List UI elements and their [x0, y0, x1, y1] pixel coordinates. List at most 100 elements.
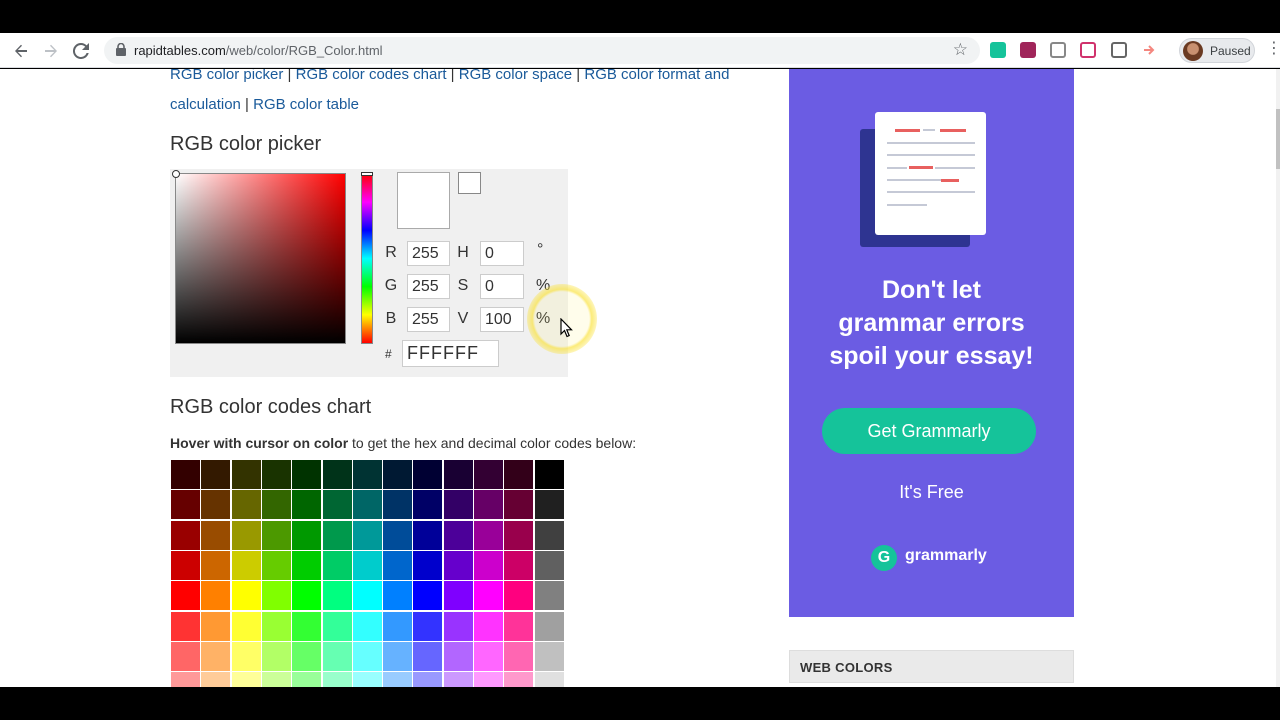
hue-handle[interactable] — [361, 172, 373, 176]
scrollbar-thumb[interactable] — [1276, 109, 1280, 169]
color-cell[interactable] — [292, 520, 322, 550]
v-input[interactable]: 100 — [480, 307, 524, 332]
color-cell[interactable] — [383, 672, 413, 687]
color-cell[interactable] — [534, 672, 564, 687]
color-cell[interactable] — [231, 672, 261, 687]
color-cell[interactable] — [534, 611, 564, 641]
color-cell[interactable] — [322, 490, 352, 520]
color-cell[interactable] — [231, 550, 261, 580]
color-cell[interactable] — [171, 611, 200, 641]
g-input[interactable]: 255 — [407, 274, 450, 299]
reload-icon[interactable] — [69, 39, 93, 63]
color-cell[interactable] — [474, 490, 503, 520]
color-cell[interactable] — [534, 641, 564, 671]
link-rgb-color-picker[interactable]: RGB color picker — [170, 69, 283, 83]
color-cell[interactable] — [322, 520, 352, 550]
color-cell[interactable] — [474, 672, 503, 687]
color-cell[interactable] — [201, 460, 231, 489]
color-cell[interactable] — [443, 672, 473, 687]
color-cell[interactable] — [261, 641, 291, 671]
profile-button[interactable]: Paused — [1179, 38, 1255, 63]
color-cell[interactable] — [383, 641, 413, 671]
color-cell[interactable] — [504, 611, 534, 641]
color-cell[interactable] — [231, 520, 261, 550]
color-cell[interactable] — [261, 490, 291, 520]
color-cell[interactable] — [261, 520, 291, 550]
color-cell[interactable] — [383, 550, 413, 580]
color-cell[interactable] — [352, 672, 382, 687]
saturation-value-area[interactable] — [172, 170, 346, 344]
color-cell[interactable] — [292, 550, 322, 580]
r-input[interactable]: 255 — [407, 241, 450, 266]
color-cell[interactable] — [171, 672, 200, 687]
color-cell[interactable] — [383, 460, 413, 489]
color-cell[interactable] — [443, 641, 473, 671]
forward-arrow-icon[interactable] — [39, 39, 63, 63]
color-cell[interactable] — [201, 581, 231, 611]
color-cell[interactable] — [292, 581, 322, 611]
color-cell[interactable] — [413, 672, 443, 687]
color-cell[interactable] — [534, 520, 564, 550]
address-bar[interactable]: rapidtables.com/web/color/RGB_Color.html… — [104, 37, 980, 64]
color-cell[interactable] — [504, 460, 534, 489]
b-input[interactable]: 255 — [407, 307, 450, 332]
color-cell[interactable] — [261, 672, 291, 687]
color-cell[interactable] — [261, 611, 291, 641]
color-cell[interactable] — [474, 581, 503, 611]
color-cell[interactable] — [352, 460, 382, 489]
color-cell[interactable] — [231, 460, 261, 489]
color-cell[interactable] — [474, 550, 503, 580]
get-grammarly-button[interactable]: Get Grammarly — [822, 408, 1036, 454]
color-cell[interactable] — [201, 611, 231, 641]
color-cell[interactable] — [231, 611, 261, 641]
color-cell[interactable] — [261, 460, 291, 489]
color-cell[interactable] — [231, 581, 261, 611]
color-cell[interactable] — [443, 550, 473, 580]
s-input[interactable]: 0 — [480, 274, 524, 299]
screen-capture-extension-icon[interactable] — [1111, 42, 1127, 58]
color-cell[interactable] — [413, 490, 443, 520]
color-cell[interactable] — [171, 581, 200, 611]
color-cell[interactable] — [413, 520, 443, 550]
pocket-extension-icon[interactable] — [1080, 42, 1096, 58]
color-cell[interactable] — [322, 550, 352, 580]
hex-input[interactable]: FFFFFF — [402, 340, 499, 367]
color-cell[interactable] — [231, 490, 261, 520]
color-cell[interactable] — [201, 641, 231, 671]
back-arrow-icon[interactable] — [9, 39, 33, 63]
color-cell[interactable] — [171, 490, 200, 520]
color-cell[interactable] — [352, 520, 382, 550]
color-cell[interactable] — [443, 581, 473, 611]
color-cell[interactable] — [413, 581, 443, 611]
color-cell[interactable] — [352, 550, 382, 580]
color-cell[interactable] — [201, 520, 231, 550]
color-cell[interactable] — [383, 490, 413, 520]
color-cell[interactable] — [322, 641, 352, 671]
h-input[interactable]: 0 — [480, 241, 524, 266]
color-cell[interactable] — [504, 520, 534, 550]
url-text[interactable]: rapidtables.com/web/color/RGB_Color.html — [134, 43, 383, 58]
menu-kebab-icon[interactable]: ⋮ — [1266, 41, 1280, 57]
color-cell[interactable] — [261, 550, 291, 580]
color-cell[interactable] — [261, 581, 291, 611]
color-cell[interactable] — [292, 611, 322, 641]
color-cell[interactable] — [352, 490, 382, 520]
color-cell[interactable] — [504, 490, 534, 520]
color-cell[interactable] — [413, 460, 443, 489]
color-cell[interactable] — [443, 490, 473, 520]
color-cell[interactable] — [383, 611, 413, 641]
color-cell[interactable] — [413, 641, 443, 671]
grammarly-ad[interactable]: Don't let grammar errors spoil your essa… — [789, 69, 1074, 617]
color-cell[interactable] — [352, 611, 382, 641]
pdf-extension-icon[interactable] — [1050, 42, 1066, 58]
arrow-extension-icon[interactable] — [1141, 42, 1157, 58]
color-cell[interactable] — [534, 550, 564, 580]
color-cell[interactable] — [534, 490, 564, 520]
color-cell[interactable] — [534, 581, 564, 611]
color-cell[interactable] — [474, 641, 503, 671]
color-cell[interactable] — [504, 641, 534, 671]
color-cell[interactable] — [201, 550, 231, 580]
color-cell[interactable] — [322, 460, 352, 489]
color-cell[interactable] — [474, 460, 503, 489]
color-cell[interactable] — [292, 460, 322, 489]
